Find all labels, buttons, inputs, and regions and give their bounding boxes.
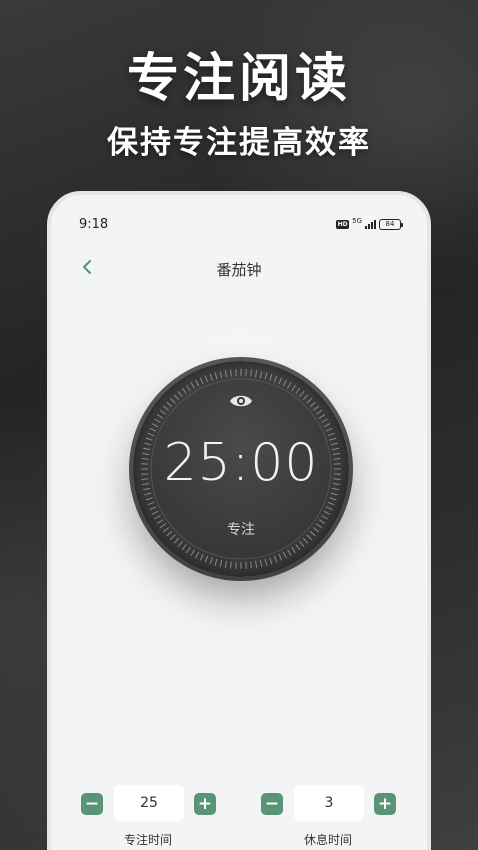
focus-time-stepper: − 25 + 专注时间 bbox=[51, 785, 241, 847]
rest-time-value[interactable]: 3 bbox=[294, 785, 364, 821]
focus-time-value[interactable]: 25 bbox=[114, 785, 184, 821]
hd-icon: HD bbox=[336, 219, 350, 229]
status-bar: 9:18 HD 5G 84 bbox=[51, 195, 427, 232]
phone-frame: 9:18 HD 5G 84 番茄钟 25:00 专注 − 25 + 专注时间 −… bbox=[47, 191, 431, 850]
rest-time-stepper: − 3 + 休息时间 bbox=[241, 785, 427, 847]
timer-mode-label: 专注 bbox=[227, 522, 255, 538]
rest-increase-button[interactable]: + bbox=[374, 793, 396, 815]
timer-dial[interactable]: 25:00 专注 bbox=[133, 361, 349, 577]
page-title: 番茄钟 bbox=[216, 261, 262, 279]
nav-bar: 番茄钟 bbox=[51, 247, 427, 287]
signal-icon bbox=[365, 219, 376, 229]
promo-headline: 专注阅读 bbox=[126, 48, 351, 109]
rest-decrease-button[interactable]: − bbox=[261, 793, 283, 815]
timer-display: 25:00 bbox=[163, 433, 319, 493]
status-icons: HD 5G 84 bbox=[336, 217, 403, 230]
battery-icon: 84 bbox=[379, 218, 403, 230]
timer-settings: − 25 + 专注时间 − 3 + 休息时间 bbox=[51, 785, 427, 850]
promo-subline: 保持专注提高效率 bbox=[107, 125, 371, 161]
focus-decrease-button[interactable]: − bbox=[81, 793, 103, 815]
focus-increase-button[interactable]: + bbox=[194, 793, 216, 815]
rest-time-label: 休息时间 bbox=[303, 833, 352, 847]
eye-icon[interactable] bbox=[229, 393, 253, 409]
network-type: 5G bbox=[352, 217, 362, 225]
status-time: 9:18 bbox=[79, 217, 109, 232]
focus-time-label: 专注时间 bbox=[123, 833, 172, 847]
